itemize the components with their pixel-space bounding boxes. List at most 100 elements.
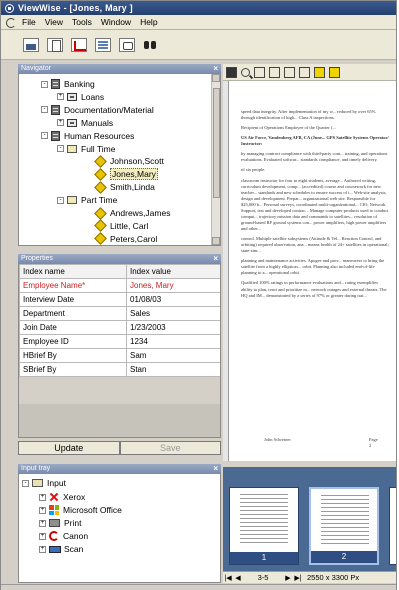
thumbnail-preview — [321, 495, 369, 545]
property-row[interactable]: Interview Date 01/08/03 — [19, 292, 220, 307]
collapse-toggle[interactable]: - — [57, 196, 64, 204]
tree-node[interactable]: - Human Resources — [41, 130, 134, 142]
workflow-icon[interactable] — [71, 37, 87, 52]
scan-icon[interactable] — [23, 37, 39, 52]
tree-node[interactable]: Jones,Mary — [94, 167, 158, 181]
annotate-icon[interactable] — [329, 66, 340, 78]
thumbnail-page-1[interactable]: 1 — [229, 487, 299, 565]
rotate-icon[interactable] — [284, 66, 295, 78]
last-page-icon[interactable]: ▶| — [293, 574, 303, 582]
navigator-scrollbar[interactable] — [211, 74, 220, 245]
close-icon[interactable]: × — [213, 254, 218, 263]
tree-node[interactable]: - Documentation/Material — [41, 104, 154, 116]
menu-tools[interactable]: Tools — [72, 17, 92, 27]
page-footer: John Schreiner Page 2 — [264, 437, 378, 448]
thumbnail-page-3[interactable] — [389, 487, 396, 565]
input-tray-header: Input tray × — [18, 464, 221, 473]
property-row[interactable]: Employee Name* Jones, Mary — [19, 278, 220, 293]
menu-window[interactable]: Window — [101, 17, 131, 27]
tree-node[interactable]: - Full Time — [57, 143, 115, 155]
close-icon[interactable]: × — [213, 64, 218, 73]
office-icon — [49, 505, 59, 515]
save-icon[interactable] — [226, 66, 237, 78]
tree-node[interactable]: Little, Carl — [94, 219, 148, 233]
capture-icon[interactable] — [119, 37, 135, 52]
tree-node-label: Part Time — [81, 195, 118, 206]
property-row[interactable]: Join Date 1/23/2003 — [19, 320, 220, 335]
close-icon[interactable]: × — [213, 464, 218, 473]
document-page-view[interactable]: speed data integrity. After implementati… — [223, 81, 396, 461]
tray-item[interactable]: + Scan — [39, 543, 83, 555]
property-row[interactable]: Employee ID 1234 — [19, 334, 220, 349]
tree-node[interactable]: + Loans — [57, 91, 104, 103]
menu-view[interactable]: View — [45, 17, 63, 27]
property-row[interactable]: SBrief By Stan — [19, 362, 220, 377]
tree-node[interactable]: Johnson,Scott — [94, 155, 164, 168]
tray-item[interactable]: + Microsoft Office — [39, 504, 122, 516]
update-button[interactable]: Update — [18, 441, 120, 455]
property-value[interactable]: 1234 — [126, 334, 220, 349]
property-value[interactable]: 1/23/2003 — [126, 320, 220, 335]
scroll-down-arrow[interactable] — [212, 237, 220, 245]
tree-node[interactable]: + Manuals — [57, 117, 113, 129]
tray-item[interactable]: + Xerox — [39, 491, 85, 503]
collapse-toggle[interactable]: - — [41, 132, 48, 140]
cabinet-icon — [51, 79, 60, 89]
menu-file[interactable]: File — [22, 17, 36, 27]
drawer-icon — [67, 118, 77, 127]
tree-node[interactable]: - Banking — [41, 78, 95, 90]
document-paragraph: control. Multiple satellite subsystems (… — [241, 236, 389, 254]
tree-node[interactable]: Smith,Linda — [94, 180, 155, 194]
tree-node-label: Documentation/Material — [64, 104, 154, 115]
property-value[interactable]: 01/08/03 — [126, 292, 220, 307]
window-title: ViewWise - [Jones, Mary ] — [18, 3, 133, 13]
fit-page-icon[interactable] — [269, 66, 280, 78]
tray-item-label: Xerox — [63, 492, 86, 502]
highlight-icon[interactable] — [314, 66, 325, 78]
expand-toggle[interactable]: + — [39, 506, 46, 514]
folder-icon — [67, 196, 77, 205]
property-value[interactable]: Stan — [126, 362, 220, 377]
collapse-toggle[interactable]: - — [57, 145, 64, 152]
footer-author: John Schreiner — [264, 437, 291, 442]
first-page-icon[interactable]: |◀ — [223, 574, 233, 582]
printer-icon — [49, 519, 60, 527]
binoculars-icon[interactable] — [143, 38, 159, 52]
expand-toggle[interactable]: + — [39, 545, 46, 553]
tray-root[interactable]: - Input — [22, 477, 66, 489]
properties-grid: Index name Index value Employee Name* Jon… — [18, 263, 221, 438]
tree-node[interactable]: Peters,Carol — [94, 232, 157, 245]
prev-page-icon[interactable]: ◀ — [233, 574, 243, 582]
property-value[interactable]: Jones, Mary — [126, 278, 220, 293]
scroll-thumb[interactable] — [213, 88, 220, 198]
document-icon[interactable] — [47, 37, 63, 52]
fit-width-icon[interactable] — [254, 66, 265, 78]
expand-toggle[interactable]: + — [39, 519, 46, 527]
expand-toggle[interactable]: + — [39, 532, 46, 540]
save-button[interactable]: Save — [119, 441, 221, 455]
expand-toggle[interactable]: + — [57, 93, 64, 101]
system-menu-icon[interactable] — [4, 16, 18, 28]
next-page-icon[interactable]: ▶ — [283, 574, 293, 582]
tree-node[interactable]: Andrews,James — [94, 206, 170, 220]
scroll-up-arrow[interactable] — [212, 74, 220, 82]
collapse-toggle[interactable]: - — [41, 80, 48, 88]
property-name: Department — [19, 306, 127, 321]
expand-toggle[interactable]: + — [57, 119, 64, 127]
thumbnail-page-2[interactable]: 2 — [309, 487, 379, 565]
layout-icon[interactable] — [95, 37, 111, 52]
property-value[interactable]: Sam — [126, 348, 220, 363]
tree-node-label: Johnson,Scott — [110, 156, 164, 167]
property-value[interactable]: Sales — [126, 306, 220, 321]
collapse-toggle[interactable]: - — [22, 479, 29, 487]
menu-help[interactable]: Help — [140, 17, 157, 27]
pan-icon[interactable] — [299, 66, 310, 78]
tray-item[interactable]: + Canon — [39, 530, 88, 542]
tray-item[interactable]: + Print — [39, 517, 81, 529]
collapse-toggle[interactable]: - — [41, 106, 48, 114]
tree-node[interactable]: - Part Time — [57, 194, 117, 206]
property-row[interactable]: HBrief By Sam — [19, 348, 220, 363]
expand-toggle[interactable]: + — [39, 493, 46, 501]
zoom-icon[interactable] — [241, 67, 250, 77]
property-row[interactable]: Department Sales — [19, 306, 220, 321]
